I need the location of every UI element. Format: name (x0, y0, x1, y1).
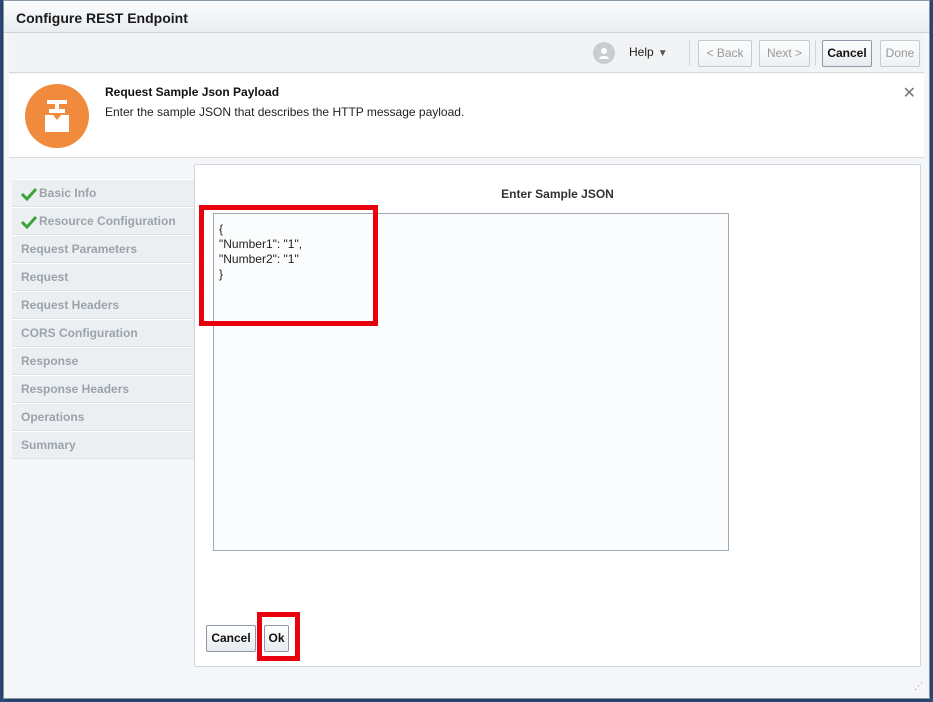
back-button[interactable]: < Back (698, 40, 752, 67)
step-label: Request (21, 270, 69, 284)
step-item[interactable]: Request Headers (12, 291, 194, 319)
page-title: Request Sample Json Payload (105, 85, 280, 99)
ok-button[interactable]: Ok (264, 625, 289, 652)
help-label: Help (629, 45, 654, 59)
toolbar-divider (815, 40, 816, 66)
step-label: CORS Configuration (21, 326, 138, 340)
panel-title: Enter Sample JSON (501, 187, 614, 201)
step-label: Operations (21, 410, 85, 424)
step-label: Request Parameters (21, 242, 138, 256)
wizard-toolbar: Help ▼ < Back Next > Cancel Done (9, 34, 924, 73)
step-item[interactable]: Request (12, 263, 194, 291)
step-label: Basic Info (39, 186, 97, 200)
help-menu[interactable]: Help ▼ (629, 45, 668, 59)
step-label: Request Headers (21, 298, 120, 312)
step-label: Resource Configuration (39, 214, 176, 228)
payload-icon (25, 84, 89, 148)
checkmark-icon (20, 181, 39, 207)
page-header: Request Sample Json Payload Enter the sa… (9, 74, 924, 158)
step-item[interactable]: Response (12, 347, 194, 375)
step-item[interactable]: Resource Configuration (12, 207, 194, 235)
panel-cancel-button[interactable]: Cancel (206, 625, 256, 652)
next-button[interactable]: Next > (759, 40, 810, 67)
close-icon[interactable]: ✕ (903, 83, 916, 103)
step-item[interactable]: Request Parameters (12, 235, 194, 263)
step-label: Response (21, 354, 79, 368)
step-item[interactable]: Response Headers (12, 375, 194, 403)
done-button[interactable]: Done (880, 40, 920, 67)
page-description: Enter the sample JSON that describes the… (105, 105, 465, 119)
configure-rest-endpoint-dialog: Configure REST Endpoint Help ▼ < Back Nex… (3, 0, 930, 699)
sample-json-panel: Enter Sample JSON Cancel Ok (194, 164, 921, 667)
wizard-steps: Basic Info Resource Configuration Request … (12, 179, 194, 459)
user-icon[interactable] (593, 42, 615, 64)
cancel-button[interactable]: Cancel (822, 40, 872, 67)
step-item[interactable]: CORS Configuration (12, 319, 194, 347)
dialog-title: Configure REST Endpoint (16, 10, 188, 26)
toolbar-divider (689, 40, 690, 66)
chevron-down-icon: ▼ (657, 48, 668, 59)
step-item[interactable]: Operations (12, 403, 194, 431)
step-label: Response Headers (21, 382, 130, 396)
checkmark-icon (20, 209, 39, 235)
dialog-titlebar[interactable]: Configure REST Endpoint (4, 1, 929, 33)
resize-grip-icon[interactable]: ⋰ (914, 681, 923, 692)
step-item[interactable]: Basic Info (12, 179, 194, 207)
sample-json-textarea[interactable] (213, 213, 729, 551)
step-item[interactable]: Summary (12, 431, 194, 459)
step-label: Summary (21, 438, 76, 452)
